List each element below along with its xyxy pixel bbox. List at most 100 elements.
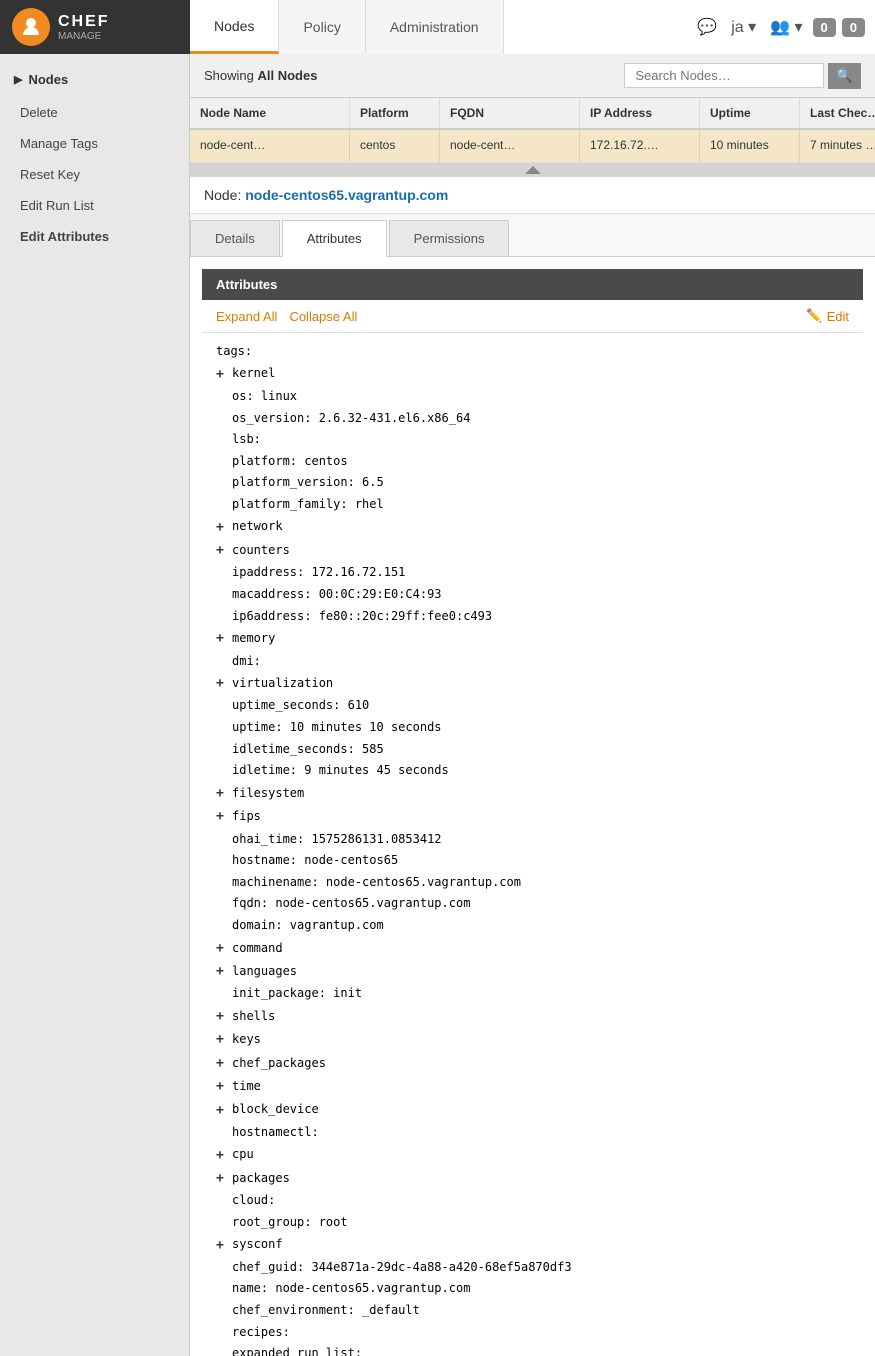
edit-link[interactable]: ✏️ Edit [806, 308, 849, 324]
attr-tree-item: idletime: 9 minutes 45 seconds [216, 760, 849, 782]
expand-icon: + [216, 539, 228, 562]
attr-tree-item[interactable]: + kernel [216, 363, 849, 386]
attr-tree-item: fqdn: node-centos65.vagrantup.com [216, 893, 849, 915]
attributes-header: Attributes [202, 269, 863, 300]
expand-icon: + [216, 672, 228, 695]
showing-bar: Showing All Nodes 🔍 [190, 54, 875, 98]
attr-tree-item[interactable]: + sysconf [216, 1234, 849, 1257]
attr-tree-item: uptime_seconds: 610 [216, 695, 849, 717]
attr-tree-item[interactable]: + keys [216, 1028, 849, 1051]
attr-tree-item: idletime_seconds: 585 [216, 739, 849, 761]
expand-icon: + [216, 805, 228, 828]
expand-icon: + [216, 516, 228, 539]
table-row[interactable]: node-cent… centos node-cent… 172.16.72.…… [190, 130, 875, 163]
nodes-table: Node Name Platform FQDN IP Address Uptim… [190, 98, 875, 163]
top-nav: CHEF MANAGE Nodes Policy Administration … [0, 0, 875, 54]
expand-icon: + [216, 1075, 228, 1098]
attr-tree-item: os_version: 2.6.32-431.el6.x86_64 [216, 408, 849, 430]
attr-tree-item: ipaddress: 172.16.72.151 [216, 562, 849, 584]
logo-text: CHEF MANAGE [58, 13, 110, 42]
attr-tree-item[interactable]: + counters [216, 539, 849, 562]
attributes-toolbar: Expand All Collapse All ✏️ Edit [202, 300, 863, 333]
tab-attributes[interactable]: Attributes [282, 220, 387, 257]
expand-icon: + [216, 1144, 228, 1167]
search-button[interactable]: 🔍 [828, 63, 861, 89]
people-icon-button[interactable]: 👥 ▾ [766, 13, 806, 41]
chat-icon-button[interactable]: 💬 [693, 13, 721, 41]
nav-tab-administration[interactable]: Administration [366, 0, 504, 54]
attribute-tree: tags:+ kernelos: linuxos_version: 2.6.32… [202, 333, 863, 1356]
attr-tree-item[interactable]: + block_device [216, 1099, 849, 1122]
attr-tree-item: platform_version: 6.5 [216, 472, 849, 494]
attributes-panel: Attributes Expand All Collapse All ✏️ Ed… [190, 257, 875, 1356]
cell-platform: centos [350, 130, 440, 162]
collapse-all-link[interactable]: Collapse All [289, 309, 357, 324]
col-node-name: Node Name [190, 98, 350, 128]
search-area: 🔍 [624, 63, 861, 89]
attr-tree-item[interactable]: + shells [216, 1005, 849, 1028]
scroll-arrow-icon [525, 166, 541, 174]
attr-tree-item[interactable]: + memory [216, 627, 849, 650]
attr-tree-item: chef_environment: _default [216, 1300, 849, 1322]
attr-tree-item[interactable]: + virtualization [216, 672, 849, 695]
attr-tree-item: uptime: 10 minutes 10 seconds [216, 717, 849, 739]
table-header: Node Name Platform FQDN IP Address Uptim… [190, 98, 875, 130]
expand-icon: + [216, 627, 228, 650]
expand-icon: + [216, 1234, 228, 1257]
attr-tree-item[interactable]: + time [216, 1075, 849, 1098]
sidebar-item-edit-run-list[interactable]: Edit Run List [0, 190, 189, 221]
sidebar-nodes-heading[interactable]: ▶ Nodes [0, 62, 189, 97]
badge-1: 0 [813, 18, 836, 37]
attr-tree-item[interactable]: + cpu [216, 1144, 849, 1167]
node-detail-panel: Node: node-centos65.vagrantup.com Detail… [190, 177, 875, 1356]
nav-tabs: Nodes Policy Administration 💬 ja ▾ 👥 ▾ 0… [190, 0, 875, 54]
col-fqdn: FQDN [440, 98, 580, 128]
attr-tree-item: hostnamectl: [216, 1122, 849, 1144]
cell-node-name: node-cent… [190, 130, 350, 162]
attr-tree-item: name: node-centos65.vagrantup.com [216, 1278, 849, 1300]
attr-tree-item: ip6address: fe80::20c:29ff:fee0:c493 [216, 606, 849, 628]
attr-tree-item[interactable]: + packages [216, 1167, 849, 1190]
expand-icon: + [216, 1005, 228, 1028]
attr-tree-item: macaddress: 00:0C:29:E0:C4:93 [216, 584, 849, 606]
expand-icon: + [216, 1099, 228, 1122]
cell-ip: 172.16.72.… [580, 130, 700, 162]
expand-all-link[interactable]: Expand All [216, 309, 277, 324]
user-dropdown-button[interactable]: ja ▾ [727, 13, 760, 41]
attr-tree-item[interactable]: + chef_packages [216, 1052, 849, 1075]
col-uptime: Uptime [700, 98, 800, 128]
sidebar-item-manage-tags[interactable]: Manage Tags [0, 128, 189, 159]
attr-tree-item[interactable]: + command [216, 937, 849, 960]
attr-tree-item: cloud: [216, 1190, 849, 1212]
attr-action-links: Expand All Collapse All [216, 309, 357, 324]
attr-tree-item: os: linux [216, 386, 849, 408]
expand-icon: + [216, 1167, 228, 1190]
logo-area: CHEF MANAGE [0, 0, 190, 54]
attr-tree-item: chef_guid: 344e871a-29dc-4a88-a420-68ef5… [216, 1257, 849, 1279]
attr-tree-item: init_package: init [216, 983, 849, 1005]
cell-fqdn: node-cent… [440, 130, 580, 162]
node-header: Node: node-centos65.vagrantup.com [190, 177, 875, 214]
tab-permissions[interactable]: Permissions [389, 220, 510, 256]
attr-tree-item: expanded_run_list: [216, 1343, 849, 1356]
showing-text: Showing All Nodes [204, 68, 317, 83]
sidebar-item-reset-key[interactable]: Reset Key [0, 159, 189, 190]
sidebar-item-delete[interactable]: Delete [0, 97, 189, 128]
expand-icon: + [216, 937, 228, 960]
attr-tree-item[interactable]: + fips [216, 805, 849, 828]
attr-tree-item[interactable]: + filesystem [216, 782, 849, 805]
cell-last-check: 7 minutes … [800, 130, 875, 162]
attr-tree-item: platform_family: rhel [216, 494, 849, 516]
cell-uptime: 10 minutes [700, 130, 800, 162]
attr-tree-item[interactable]: + languages [216, 960, 849, 983]
attr-tree-item[interactable]: + network [216, 516, 849, 539]
sidebar-item-edit-attributes[interactable]: Edit Attributes [0, 221, 189, 252]
nav-tab-policy[interactable]: Policy [279, 0, 365, 54]
nav-tab-nodes[interactable]: Nodes [190, 0, 279, 54]
search-input[interactable] [624, 63, 824, 88]
detail-tabs: Details Attributes Permissions [190, 214, 875, 257]
tab-details[interactable]: Details [190, 220, 280, 256]
attr-tree-item: recipes: [216, 1322, 849, 1344]
expand-icon: + [216, 960, 228, 983]
node-name: node-centos65.vagrantup.com [245, 187, 448, 203]
